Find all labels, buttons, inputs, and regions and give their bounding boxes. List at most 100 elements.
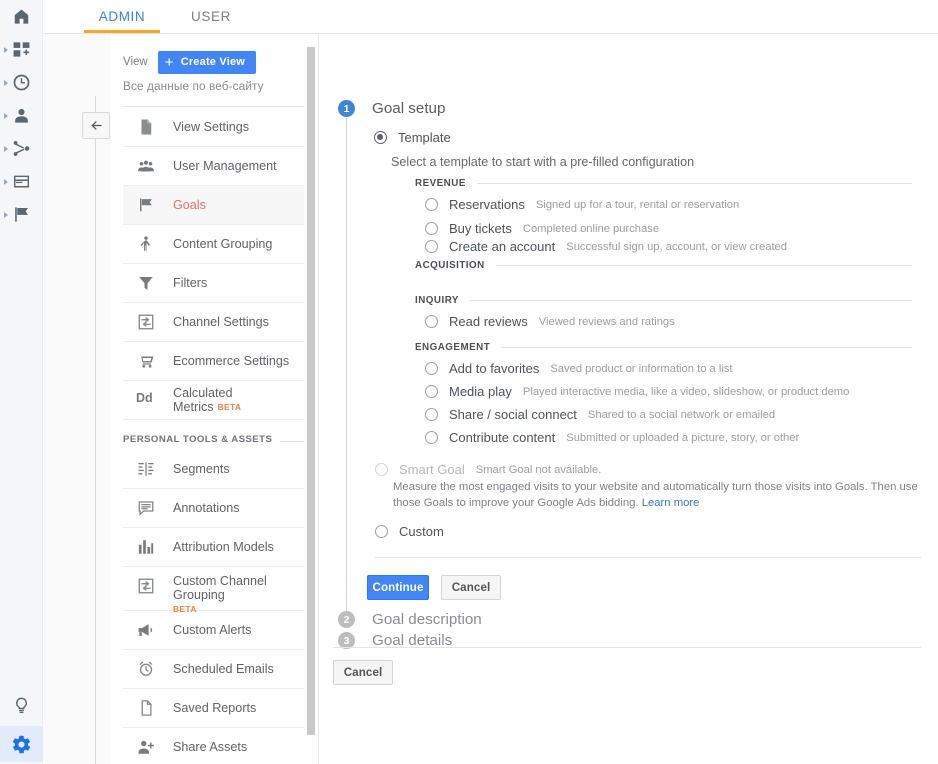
sidebar-item-view-settings[interactable]: View Settings [123,108,304,147]
sidebar-section-label: PERSONAL TOOLS & ASSETS [123,434,272,445]
sidebar-item-share-assets[interactable]: Share Assets [123,728,304,764]
share-social-radio[interactable] [425,408,438,421]
contribute-content-radio[interactable] [425,431,438,444]
discover-bulb-icon [12,696,31,715]
option-smart-goal: Smart Goal Smart Goal not available. [375,462,601,477]
option-label: Contribute content [449,430,555,445]
sidebar-item-ecommerce-settings[interactable]: Ecommerce Settings [123,342,304,381]
option-create-an-account[interactable]: Create an account Successful sign up, ac… [425,239,787,254]
sidebar-item-custom-channel-grouping[interactable]: Custom Channel Grouping BETA [123,567,304,611]
option-media-play[interactable]: Media play Played interactive media, lik… [425,384,849,399]
rail-item-conversions[interactable] [0,198,43,231]
sidebar-item-label: Channel Settings [173,315,269,329]
channel-settings-icon [137,577,155,595]
tab-admin[interactable]: ADMIN [84,0,160,33]
option-custom[interactable]: Custom [375,524,444,539]
people-group-icon [137,157,155,175]
option-share-social-connect[interactable]: Share / social connect Shared to a socia… [425,407,775,422]
sidebar-item-annotations[interactable]: Annotations [123,489,304,528]
step-1-title: Goal setup [372,100,445,117]
rail-item-audience[interactable] [0,99,43,132]
sidebar-item-custom-alerts[interactable]: Custom Alerts [123,611,304,650]
rail-item-dashboards[interactable] [0,33,43,66]
megaphone-icon [137,621,155,639]
option-label: Add to favorites [449,361,539,376]
rail-item-home[interactable] [0,0,43,33]
realtime-clock-icon [12,73,31,92]
chevron-right-icon [4,113,8,119]
channel-settings-icon [137,313,155,331]
option-reservations[interactable]: Reservations Signed up for a tour, renta… [425,197,739,212]
sidebar-item-label: Scheduled Emails [173,662,274,676]
section-rule [477,183,912,184]
option-description: Submitted or uploaded a picture, story, … [566,432,799,444]
cancel-button[interactable]: Cancel [441,575,501,600]
sidebar-item-attribution-models[interactable]: Attribution Models [123,528,304,567]
smart-goal-label: Smart Goal [399,462,465,477]
template-option-row[interactable]: Template [374,130,451,145]
goal-setup-form: 1 Goal setup Template Select a template … [319,34,938,764]
section-rule [280,441,304,442]
learn-more-link[interactable]: Learn more [642,497,700,509]
create-account-radio[interactable] [425,240,438,253]
smart-goal-status: Smart Goal not available. [476,464,602,476]
section-rule [496,265,912,266]
create-view-button[interactable]: + Create View [158,51,256,74]
rail-item-behavior[interactable] [0,165,43,198]
rail-item-realtime[interactable] [0,66,43,99]
panel-gutter [43,34,111,764]
step-1-number: 1 [338,100,355,117]
sidebar-item-filters[interactable]: Filters [123,264,304,303]
sidebar-item-goals[interactable]: Goals [123,186,304,225]
admin-nav-list: View Settings User Management Goals [111,108,311,764]
buy-tickets-radio[interactable] [425,222,438,235]
media-play-radio[interactable] [425,385,438,398]
custom-radio[interactable] [375,525,388,538]
funnel-icon [137,274,155,292]
create-view-button-label: Create View [181,56,245,68]
section-engagement: ENGAGEMENT [415,342,912,353]
left-icon-rail [0,0,43,764]
continue-button[interactable]: Continue [367,575,429,600]
sidebar-item-segments[interactable]: Segments [123,450,304,489]
bottom-cancel-button[interactable]: Cancel [333,660,393,685]
rail-item-admin[interactable] [0,725,43,764]
read-reviews-radio[interactable] [425,315,438,328]
sidebar-item-calculated-metrics[interactable]: Dd Calculated MetricsBETA [123,381,304,420]
step-2-goal-description[interactable]: 2 Goal description [338,611,482,628]
template-radio[interactable] [374,131,387,144]
section-label: REVENUE [415,178,466,189]
option-label: Reservations [449,197,525,212]
sidebar-item-content-grouping[interactable]: Content Grouping [123,225,304,264]
sidebar-item-label: Attribution Models [173,540,274,554]
back-button[interactable] [82,112,110,139]
sidebar-item-channel-settings[interactable]: Channel Settings [123,303,304,342]
step-connector-line [346,118,347,622]
conversions-flag-icon [12,205,31,224]
step-1-goal-setup[interactable]: 1 Goal setup [338,100,445,117]
bottom-divider [333,647,921,648]
tab-user-label: USER [191,9,231,24]
rail-item-discover[interactable] [0,685,43,725]
option-contribute-content[interactable]: Contribute content Submitted or uploaded… [425,430,799,445]
sidebar-item-scheduled-emails[interactable]: Scheduled Emails [123,650,304,689]
rail-item-acquisition[interactable] [0,132,43,165]
dd-metrics-icon: Dd [136,391,153,409]
segments-icon [137,460,155,478]
view-name-underline [123,106,304,107]
sidebar-item-saved-reports[interactable]: Saved Reports [123,689,304,728]
option-read-reviews[interactable]: Read reviews Viewed reviews and ratings [425,314,675,329]
add-to-favorites-radio[interactable] [425,362,438,375]
option-label: Buy tickets [449,221,512,236]
flag-icon [137,196,155,214]
reservations-radio[interactable] [425,198,438,211]
nav-scrollbar-thumb[interactable] [307,47,315,735]
tab-user[interactable]: USER [183,0,239,33]
current-view-name[interactable]: Все данные по веб-сайту [123,79,264,93]
option-add-to-favorites[interactable]: Add to favorites Saved product or inform… [425,361,733,376]
behavior-window-icon [12,172,31,191]
template-subtitle: Select a template to start with a pre-fi… [391,155,694,169]
option-description: Shared to a social network or emailed [588,409,775,421]
sidebar-item-user-management[interactable]: User Management [123,147,304,186]
option-buy-tickets[interactable]: Buy tickets Completed online purchase [425,221,659,236]
